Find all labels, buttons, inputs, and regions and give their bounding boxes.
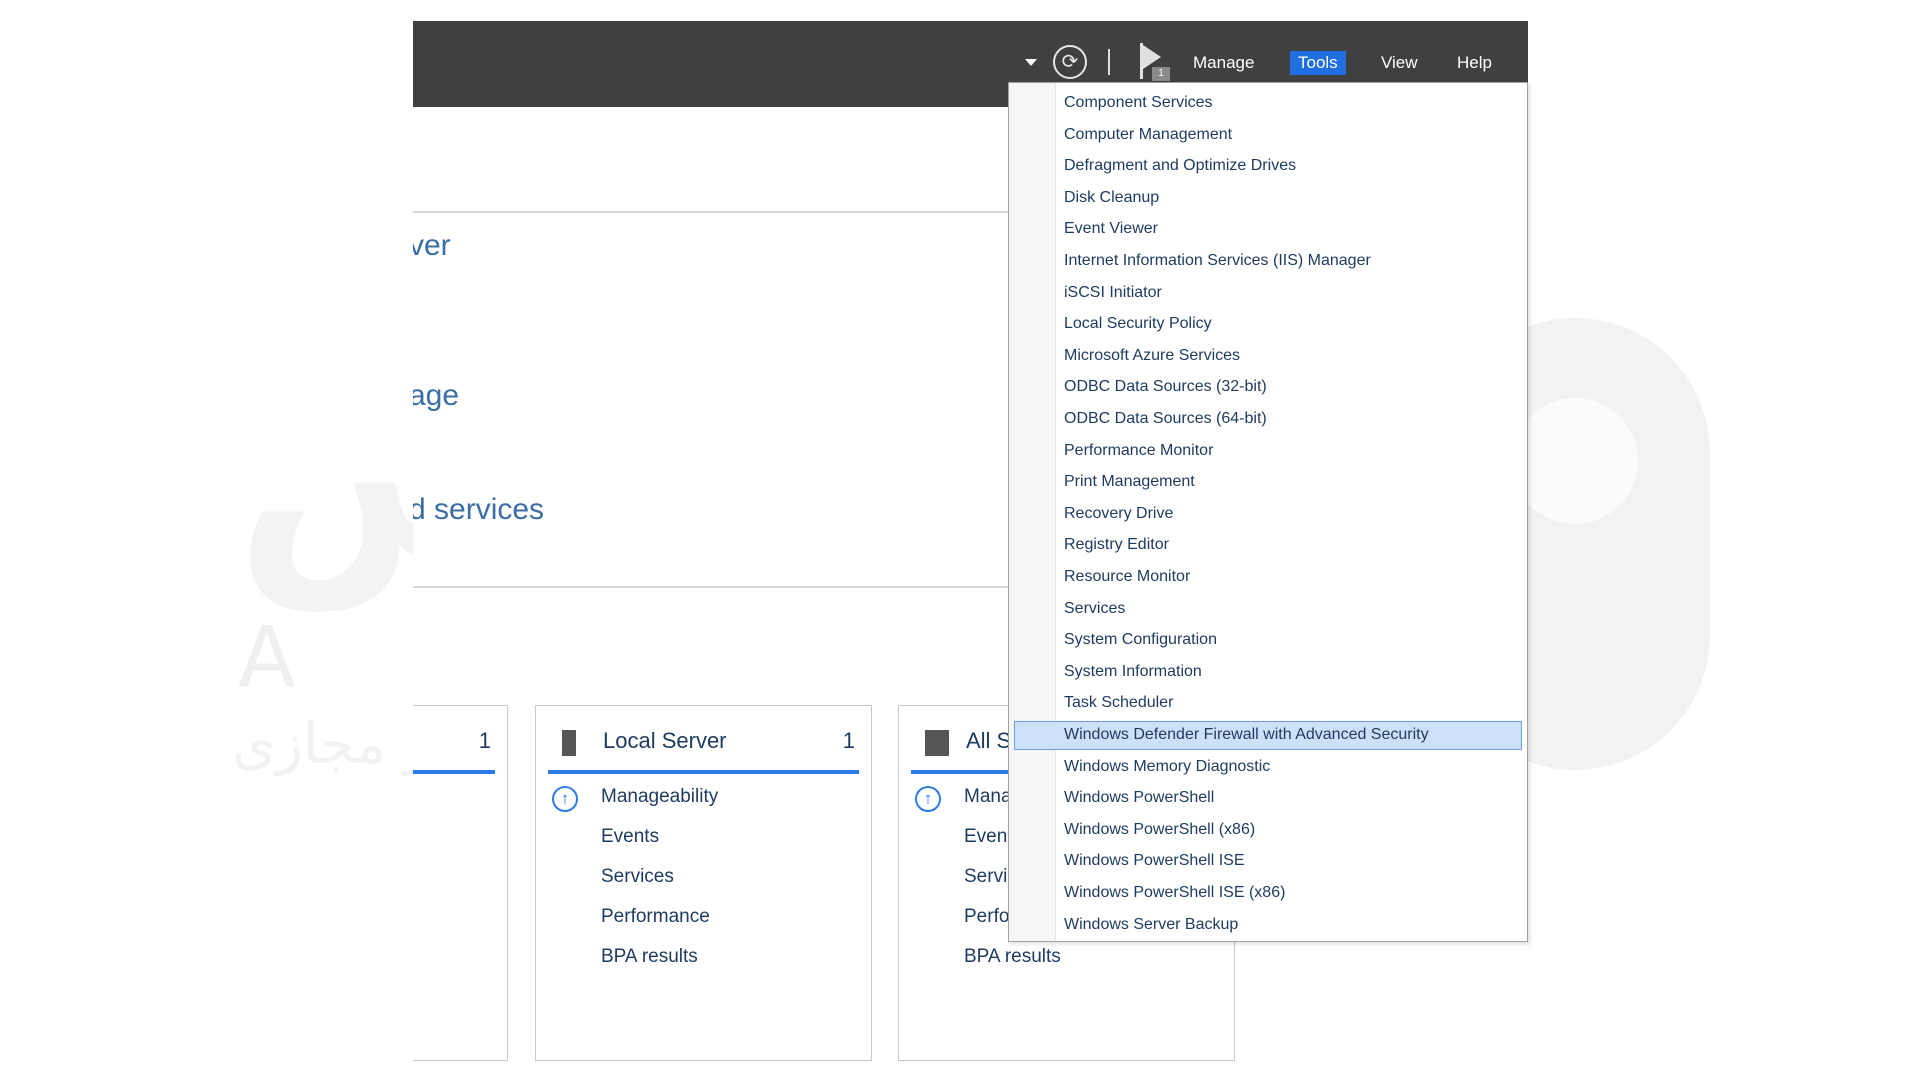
tools-menu-item[interactable]: Defragment and Optimize Drives	[1014, 152, 1522, 181]
tools-menu-item[interactable]: System Configuration	[1014, 626, 1522, 655]
tile-title[interactable]: Local Server	[603, 728, 727, 754]
tools-menu-item[interactable]: iSCSI Initiator	[1014, 279, 1522, 308]
tile-row-events[interactable]: Events	[601, 826, 659, 848]
tools-menu-item[interactable]: Disk Cleanup	[1014, 184, 1522, 213]
tools-menu-item[interactable]: Windows Memory Diagnostic	[1014, 753, 1522, 782]
tools-menu-item[interactable]: ODBC Data Sources (64-bit)	[1014, 405, 1522, 434]
tile-row-manageability[interactable]: Manageability	[601, 786, 718, 808]
tile-count: 1	[842, 728, 855, 753]
tools-menu-item[interactable]: Component Services	[1014, 89, 1522, 118]
tile-row-manageability[interactable]: Mana	[964, 786, 1012, 808]
tools-menu-item[interactable]: Resource Monitor	[1014, 563, 1522, 592]
server-icon	[562, 730, 576, 756]
toolbar-divider	[1108, 49, 1110, 75]
tools-menu-item[interactable]: Local Security Policy	[1014, 310, 1522, 339]
tile-row-services[interactable]: Services	[601, 866, 674, 888]
flag-cloth	[1143, 45, 1161, 69]
tile-row-events[interactable]: Even	[964, 826, 1007, 848]
tools-menu-item[interactable]: Event Viewer	[1014, 215, 1522, 244]
tools-menu-item[interactable]: Print Management	[1014, 468, 1522, 497]
tools-menu-item[interactable]: Computer Management	[1014, 121, 1522, 150]
tools-menu-item[interactable]: Windows Defender Firewall with Advanced …	[1014, 721, 1522, 750]
tools-menu-item[interactable]: Windows PowerShell	[1014, 784, 1522, 813]
welcome-step-manage[interactable]: age	[413, 379, 459, 413]
status-up-icon: ↑	[915, 786, 941, 812]
tools-menu-item[interactable]: Windows PowerShell ISE	[1014, 847, 1522, 876]
tile-row-services[interactable]: Servi	[964, 866, 1007, 888]
tools-menu-item[interactable]: Task Scheduler	[1014, 689, 1522, 718]
server-tile-partial[interactable]: 1	[413, 705, 508, 1061]
tile-row-bpa[interactable]: BPA results	[964, 946, 1061, 968]
tile-title[interactable]: All S	[966, 728, 1011, 754]
menu-tools[interactable]: Tools	[1290, 51, 1346, 75]
tools-menu-item[interactable]: ODBC Data Sources (32-bit)	[1014, 373, 1522, 402]
tools-menu-item[interactable]: System Information	[1014, 658, 1522, 687]
tile-count: 1	[478, 728, 491, 753]
tools-menu-item[interactable]: Windows PowerShell ISE (x86)	[1014, 879, 1522, 908]
notifications-flag-icon[interactable]: 1	[1138, 43, 1170, 83]
welcome-title: ver	[413, 229, 451, 262]
tile-header: 1	[413, 724, 495, 774]
welcome-step-services[interactable]: d services	[413, 493, 544, 527]
tools-menu-item[interactable]: Services	[1014, 595, 1522, 624]
tools-dropdown-menu: Component Services Computer Management Def…	[1008, 82, 1528, 942]
menu-view[interactable]: View	[1373, 51, 1426, 75]
menu-help[interactable]: Help	[1449, 51, 1500, 75]
local-server-tile[interactable]: Local Server 1 ↑ Manageability Events Se…	[535, 705, 872, 1061]
refresh-icon[interactable]: ⟳	[1053, 45, 1087, 79]
tools-menu-item[interactable]: Recovery Drive	[1014, 500, 1522, 529]
tools-menu-item[interactable]: Windows PowerShell (x86)	[1014, 816, 1522, 845]
menu-manage[interactable]: Manage	[1185, 51, 1262, 75]
tools-menu-item[interactable]: Microsoft Azure Services	[1014, 342, 1522, 371]
tile-row-performance[interactable]: Performance	[601, 906, 710, 928]
chevron-down-icon[interactable]	[1025, 59, 1037, 66]
tools-menu-item[interactable]: Performance Monitor	[1014, 437, 1522, 466]
servers-icon	[925, 730, 949, 756]
notification-count-badge: 1	[1152, 67, 1170, 81]
tile-row-bpa[interactable]: BPA results	[601, 946, 698, 968]
tools-menu-item[interactable]: Windows Server Backup	[1014, 911, 1522, 940]
tile-header[interactable]: Local Server 1	[548, 724, 859, 774]
tools-menu-item[interactable]: Registry Editor	[1014, 531, 1522, 560]
status-up-icon: ↑	[552, 786, 578, 812]
tools-menu-item[interactable]: Internet Information Services (IIS) Mana…	[1014, 247, 1522, 276]
tile-row-performance[interactable]: Perfo	[964, 906, 1009, 928]
